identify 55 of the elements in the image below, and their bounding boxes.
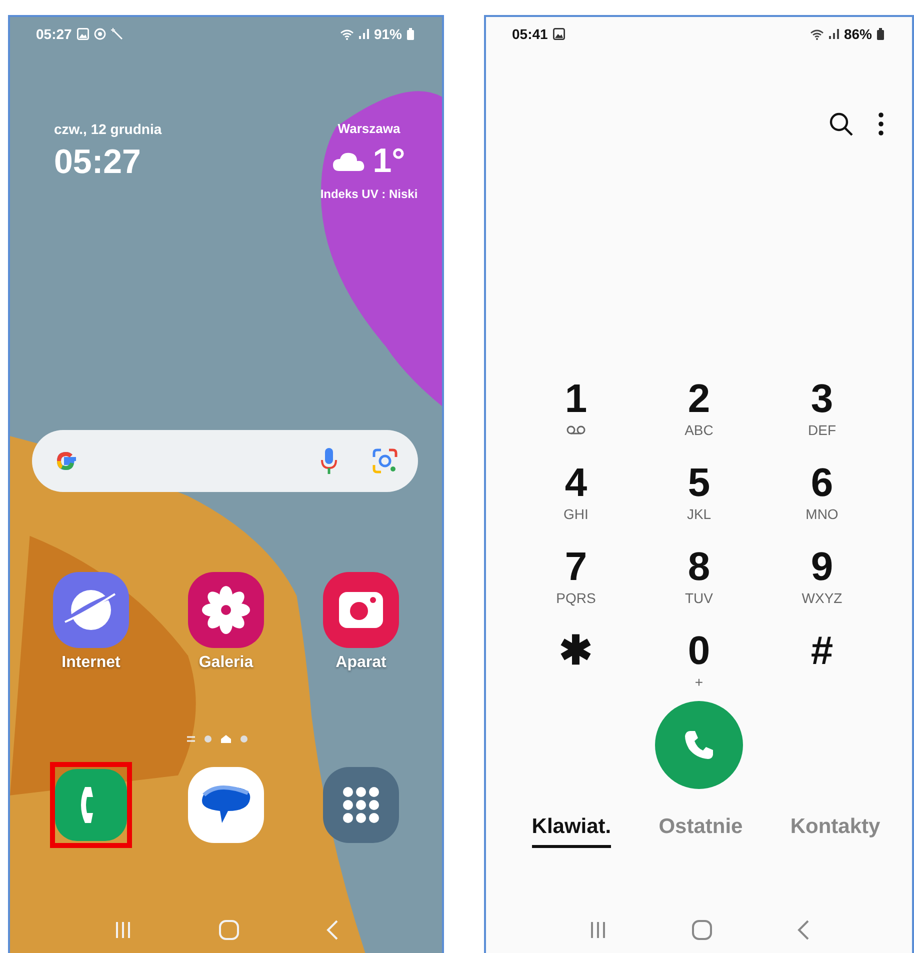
uv-index: Indeks UV : Niski bbox=[320, 187, 418, 201]
dock-app[interactable] bbox=[50, 762, 132, 848]
image-icon bbox=[552, 28, 565, 40]
battery-icon bbox=[407, 28, 414, 40]
status-time: 05:41 bbox=[512, 26, 548, 42]
image-icon bbox=[76, 28, 89, 40]
dial-key[interactable]: ✱ bbox=[514, 629, 638, 701]
home-icon[interactable] bbox=[690, 919, 713, 941]
battery-percent: 86% bbox=[844, 26, 872, 42]
key-letters: MNO bbox=[806, 505, 838, 523]
target-icon bbox=[94, 28, 106, 40]
key-letters: TUV bbox=[685, 589, 713, 607]
dial-key[interactable]: 2 ABC bbox=[638, 377, 760, 449]
wifi-icon bbox=[340, 28, 354, 40]
app-grid-icon bbox=[323, 767, 399, 843]
date-text: czw., 12 grudnia bbox=[54, 121, 162, 137]
flower-icon bbox=[188, 572, 264, 648]
key-letters: ABC bbox=[684, 421, 714, 439]
chat-bubble-icon bbox=[188, 767, 264, 843]
wifi-icon bbox=[810, 28, 824, 40]
dial-key[interactable]: 7 PQRS bbox=[514, 545, 638, 617]
key-letters: PQRS bbox=[556, 589, 596, 607]
signal-icon bbox=[358, 29, 369, 39]
clock-text: 05:27 bbox=[54, 143, 142, 182]
tab[interactable]: Klawiat. bbox=[532, 811, 612, 848]
camera-icon bbox=[323, 572, 399, 648]
key-letters: WXYZ bbox=[802, 589, 842, 607]
signal-icon bbox=[828, 29, 839, 39]
dial-key[interactable]: # bbox=[760, 629, 884, 701]
battery-icon bbox=[877, 28, 884, 40]
key-letters: JKL bbox=[686, 505, 712, 523]
dial-key[interactable]: 1 bbox=[514, 377, 638, 449]
dial-key[interactable]: 8 TUV bbox=[638, 545, 760, 617]
weather-city: Warszawa bbox=[338, 121, 400, 136]
battery-percent: 91% bbox=[374, 26, 402, 42]
dial-key[interactable]: 6 MNO bbox=[760, 461, 884, 533]
dial-key[interactable]: 0 + bbox=[638, 629, 760, 701]
more-options-icon[interactable] bbox=[878, 111, 884, 137]
microphone-icon[interactable] bbox=[320, 447, 338, 475]
key-letters: + bbox=[694, 673, 704, 691]
wand-icon bbox=[110, 28, 123, 40]
back-icon[interactable] bbox=[796, 919, 810, 941]
lens-icon[interactable] bbox=[372, 448, 398, 474]
key-letters: GHI bbox=[564, 505, 588, 523]
planet-icon bbox=[53, 572, 129, 648]
dial-key[interactable]: 3 DEF bbox=[760, 377, 884, 449]
search-icon[interactable] bbox=[828, 111, 854, 137]
weather-temperature: 1° bbox=[372, 142, 406, 181]
status-time: 05:27 bbox=[36, 26, 72, 42]
phone-icon bbox=[55, 769, 127, 841]
search-bar[interactable] bbox=[32, 430, 418, 492]
key-letters: DEF bbox=[808, 421, 836, 439]
dial-key[interactable]: 4 GHI bbox=[514, 461, 638, 533]
dial-key[interactable]: 5 JKL bbox=[638, 461, 760, 533]
dial-key[interactable]: 9 WXYZ bbox=[760, 545, 884, 617]
